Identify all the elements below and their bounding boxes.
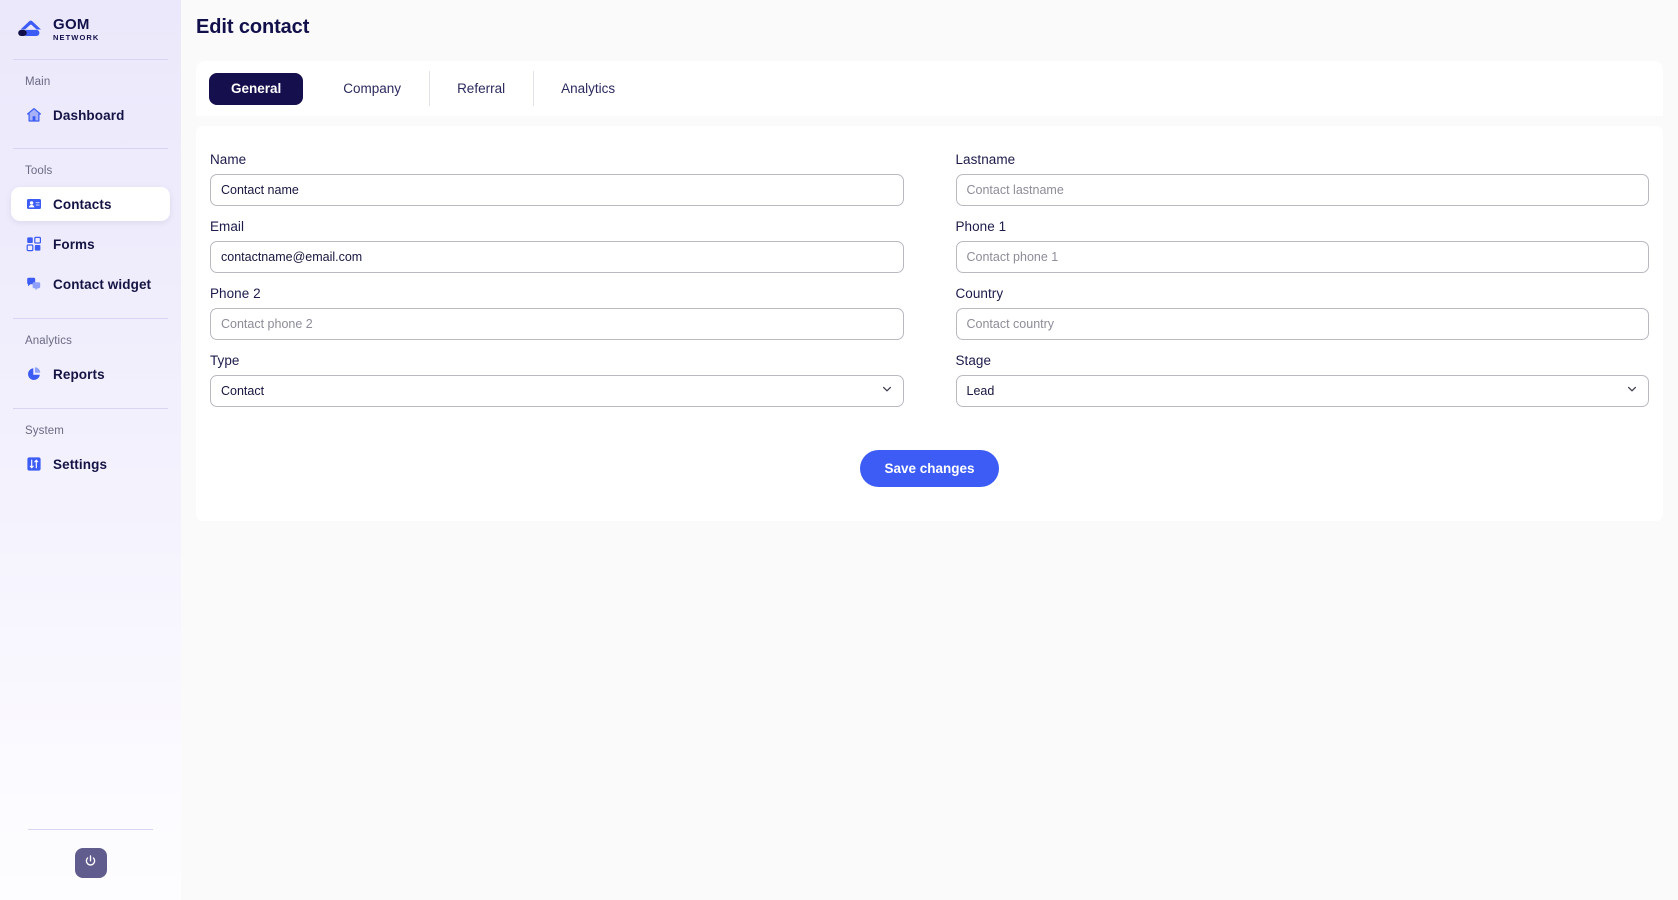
cloud-arrow-icon [16,18,46,42]
field-stage: Stage Lead [955,353,1649,407]
sidebar-item-settings[interactable]: Settings [11,447,170,481]
sidebar-section-system-label: System [25,425,64,437]
field-name: Name [210,152,904,206]
brand-name: GOM [53,16,90,34]
brand-logo[interactable]: GOM NETWORK [0,0,181,59]
page-title: Edit contact [196,16,310,38]
chat-bubbles-icon [25,276,42,293]
lastname-input[interactable] [955,174,1649,206]
field-label-phone1: Phone 1 [955,219,1007,234]
type-select[interactable]: Contact [210,375,904,407]
sidebar-divider-bottom [28,829,153,830]
save-button-row: Save changes [210,450,1649,487]
sidebar-item-label: Contacts [53,196,112,212]
sidebar-item-forms[interactable]: Forms [11,227,170,261]
field-phone2: Phone 2 [210,286,904,340]
contact-card-icon [25,196,42,213]
country-input[interactable] [955,308,1649,340]
main-content: Edit contact General Company Referral An… [181,0,1678,900]
field-label-email: Email [210,219,245,234]
contact-form-grid: Name Lastname Email Phone 1 [210,152,1649,420]
field-label-type: Type [210,353,240,368]
phone2-input[interactable] [210,308,904,340]
tab-referral[interactable]: Referral [429,61,533,116]
field-lastname: Lastname [955,152,1649,206]
contact-form-card: Name Lastname Email Phone 1 [196,126,1663,521]
phone1-input[interactable] [955,241,1649,273]
brand-subtitle: NETWORK [53,33,100,43]
home-icon [25,107,42,124]
stage-select[interactable]: Lead [955,375,1649,407]
field-label-country: Country [955,286,1004,301]
sidebar-item-label: Contact widget [53,276,152,292]
sidebar-item-contact-widget[interactable]: Contact widget [11,267,170,301]
field-label-lastname: Lastname [955,152,1016,167]
sidebar-item-contacts[interactable]: Contacts [11,187,170,221]
tab-company[interactable]: Company [315,61,429,116]
field-country: Country [955,286,1649,340]
field-label-stage: Stage [955,353,992,368]
tabs-bar: General Company Referral Analytics [196,61,1663,116]
sidebar-item-label: Forms [53,236,95,252]
field-label-phone2: Phone 2 [210,286,261,301]
sidebar-item-reports[interactable]: Reports [11,357,170,391]
power-button[interactable] [74,848,107,878]
forms-grid-icon [25,236,42,253]
sliders-icon [25,456,42,473]
pie-chart-icon [25,366,42,383]
sidebar-footer [0,829,181,900]
sidebar-item-dashboard[interactable]: Dashboard [11,98,170,132]
sidebar-section-main-label: Main [25,76,51,88]
sidebar: GOM NETWORK Main Dashboard Tools Contact… [0,0,181,900]
power-icon [83,854,98,872]
name-input[interactable] [210,174,904,206]
sidebar-item-label: Reports [53,366,105,382]
tab-analytics[interactable]: Analytics [533,61,643,116]
field-phone1: Phone 1 [955,219,1649,273]
field-type: Type Contact [210,353,904,407]
save-changes-button[interactable]: Save changes [860,450,999,487]
sidebar-section-tools-label: Tools [25,165,53,177]
tab-general[interactable]: General [209,72,304,105]
app-root: GOM NETWORK Main Dashboard Tools Contact… [0,0,1678,900]
sidebar-item-label: Dashboard [53,107,125,123]
sidebar-section-analytics-label: Analytics [25,335,72,347]
field-label-name: Name [210,152,247,167]
sidebar-item-label: Settings [53,456,108,472]
field-email: Email [210,219,904,273]
email-input[interactable] [210,241,904,273]
